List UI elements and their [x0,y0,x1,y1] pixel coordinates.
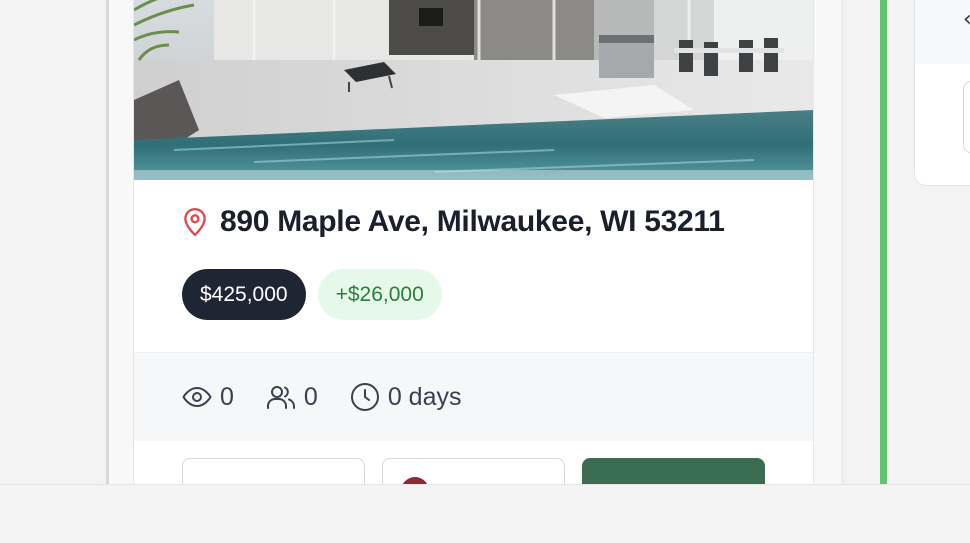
leads-count: 0 [303,382,318,411]
chevron-left-icon[interactable]: ‹ [963,7,970,32]
days-stat: 0 days [350,382,462,412]
map-pin-icon [182,207,208,237]
primary-action-button[interactable] [582,458,765,484]
stats-bar: 0 0 0 days [134,352,813,441]
right-panel-input[interactable] [963,81,970,153]
viewport: 890 Maple Ave, Milwaukee, WI 53211 $425,… [0,0,970,484]
price-badges: $425,000 +$26,000 [182,269,442,320]
price-change-badge: +$26,000 [317,269,442,320]
price-badge: $425,000 [182,269,306,320]
clock-icon [350,382,380,412]
right-panel-header: ‹ [915,0,970,64]
views-stat: 0 [182,383,234,412]
right-panel-card: ‹ [914,0,970,186]
action-button-1[interactable] [182,458,365,484]
address-row: 890 Maple Ave, Milwaukee, WI 53211 [182,202,725,242]
listing-address[interactable]: 890 Maple Ave, Milwaukee, WI 53211 [220,205,725,239]
status-accent-bar [880,0,887,484]
listing-card[interactable]: 890 Maple Ave, Milwaukee, WI 53211 $425,… [133,0,814,484]
card-actions [182,458,765,484]
bottom-strip [0,484,970,543]
leads-stat: 0 [266,383,318,412]
action-button-2[interactable] [382,458,565,484]
status-icon [401,477,429,484]
views-count: 0 [220,382,234,411]
users-icon [266,384,296,410]
eye-icon [182,385,212,409]
listing-photo[interactable] [134,0,813,180]
days-on-market: 0 days [387,382,462,411]
